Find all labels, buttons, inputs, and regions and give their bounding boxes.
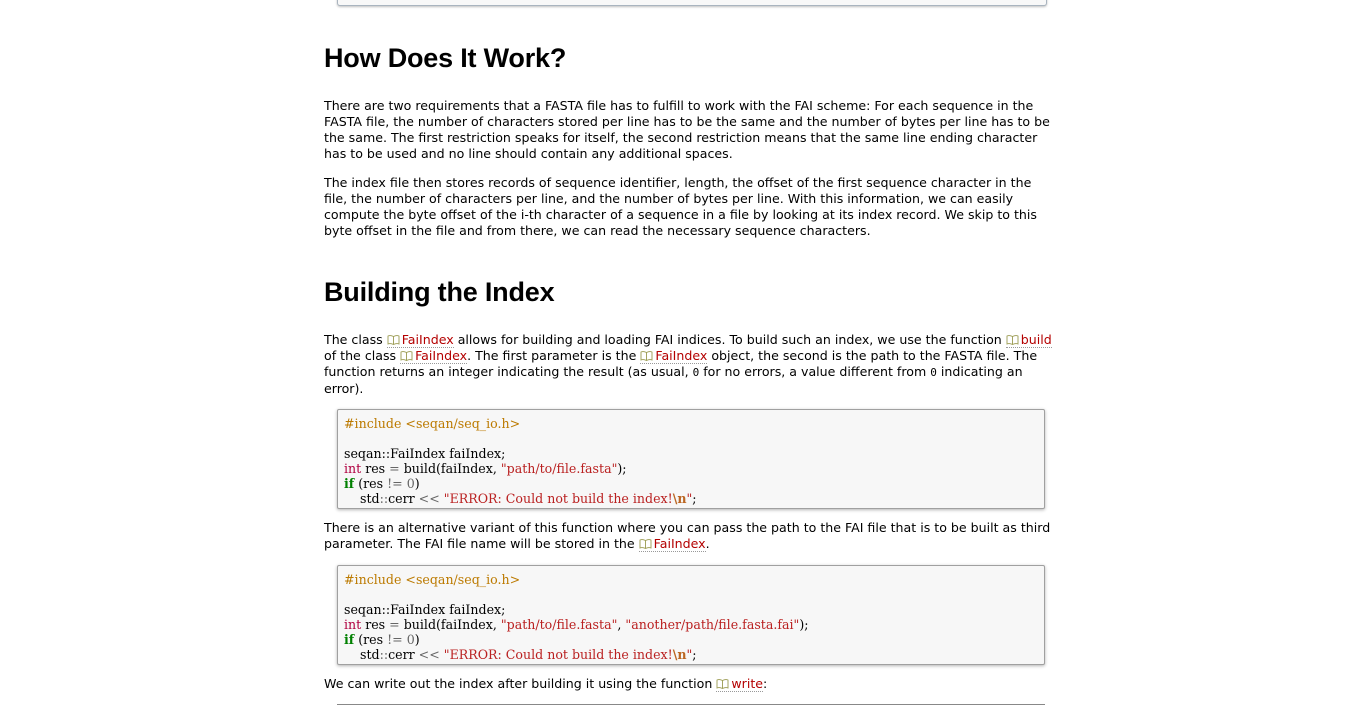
paragraph-requirements: There are two requirements that a FASTA … [324, 98, 1050, 161]
code-include: #include <seqan/seq_io.h> [344, 572, 521, 587]
code-operator: :: [379, 647, 389, 662]
code-token: FaiIndex faiIndex; [390, 446, 506, 461]
link-faiindex[interactable]: FaiIndex [640, 348, 708, 364]
code-keyword: if [344, 632, 355, 647]
code-token: ; [692, 647, 697, 662]
code-token: std [360, 647, 380, 662]
code-string: "ERROR: Could not build the index! [439, 647, 673, 662]
code-operator: << [418, 491, 440, 506]
code-token: ); [617, 461, 627, 476]
text: : [763, 676, 768, 691]
book-icon [400, 351, 413, 361]
paragraph-alternative-variant: There is an alternative variant of this … [324, 520, 1058, 552]
link-faiindex[interactable]: FaiIndex [400, 348, 468, 364]
heading-building-the-index: Building the Index [324, 277, 555, 307]
paragraph-write-index: We can write out the index after buildin… [324, 676, 1058, 692]
link-label: build [1020, 332, 1052, 347]
link-write[interactable]: write [716, 676, 764, 692]
next-code-block-edge [337, 704, 1045, 705]
text: We can write out the index after buildin… [324, 676, 717, 691]
link-build[interactable]: build [1005, 332, 1052, 348]
book-icon [387, 335, 400, 345]
code-token: res [361, 617, 390, 632]
link-faiindex[interactable]: FaiIndex [386, 332, 454, 348]
book-icon [640, 351, 653, 361]
text: The class [324, 332, 387, 347]
text: allows for building and loading FAI indi… [453, 332, 1006, 347]
link-label: FaiIndex [653, 536, 706, 551]
code-token: (res [354, 476, 388, 491]
code-token: res [361, 461, 390, 476]
book-icon [1006, 335, 1019, 345]
code-block-build: #include <seqan/seq_io.h> seqan::FaiInde… [337, 409, 1045, 509]
code-operator: :: [379, 491, 389, 506]
text: of the class [324, 348, 401, 363]
paragraph-build-intro: The class FaiIndex allows for building a… [324, 332, 1058, 397]
code-operator: != [387, 632, 403, 647]
code-include: #include <seqan/seq_io.h> [344, 416, 521, 431]
code-token: ); [799, 617, 809, 632]
code-token: ; [692, 491, 697, 506]
code-escape: \n [672, 647, 687, 662]
code-token: std [360, 491, 380, 506]
code-token: ) [414, 476, 420, 491]
code-number: 0 [402, 476, 415, 491]
paragraph-index-records: The index file then stores records of se… [324, 175, 1037, 238]
code-operator: = [389, 461, 400, 476]
heading-how-does-it-work: How Does It Work? [324, 43, 567, 73]
code-keyword: int [344, 461, 362, 476]
code-operator: << [418, 647, 440, 662]
code-token: ) [414, 632, 420, 647]
book-icon [716, 679, 729, 689]
code-string: "ERROR: Could not build the index! [439, 491, 673, 506]
code-number: 0 [402, 632, 415, 647]
link-label: FaiIndex [401, 332, 454, 347]
code-operator: = [389, 617, 400, 632]
text: for no errors, a value different from [699, 364, 931, 379]
code-token: build(faiIndex, [399, 617, 501, 632]
inline-code: 0 [930, 366, 937, 379]
code-operator: != [387, 476, 403, 491]
code-token: cerr [388, 491, 419, 506]
code-token: build(faiIndex, [399, 461, 501, 476]
code-token: (res [354, 632, 388, 647]
link-label: write [731, 676, 764, 691]
previous-code-block [337, 0, 1047, 6]
link-faiindex[interactable]: FaiIndex [638, 536, 706, 552]
code-block-build-with-fai-path: #include <seqan/seq_io.h> seqan::FaiInde… [337, 565, 1045, 665]
link-label: FaiIndex [415, 348, 468, 363]
code-string: "another/path/file.fasta.fai" [625, 617, 800, 632]
code-keyword: int [344, 617, 362, 632]
code-token: cerr [388, 647, 419, 662]
text: . [705, 536, 710, 551]
code-string: "path/to/file.fasta" [500, 461, 618, 476]
code-escape: \n [672, 491, 687, 506]
link-label: FaiIndex [655, 348, 708, 363]
code-string: "path/to/file.fasta" [500, 617, 618, 632]
text: . The first parameter is the [467, 348, 641, 363]
book-icon [639, 539, 652, 549]
code-token: seqan:: [344, 602, 391, 617]
code-keyword: if [344, 476, 355, 491]
code-token: FaiIndex faiIndex; [390, 602, 506, 617]
code-token: seqan:: [344, 446, 391, 461]
